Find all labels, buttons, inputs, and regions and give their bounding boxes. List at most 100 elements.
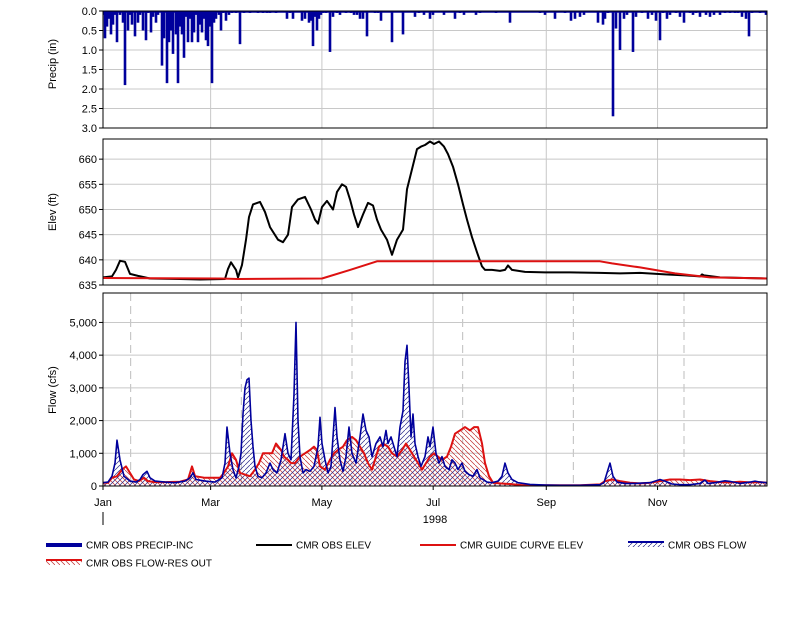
legend-item-3: CMR OBS FLOW	[628, 541, 747, 552]
precip-yticks: 0.0 0.5 1.0 1.5 2.0 2.5 3.0	[82, 6, 103, 135]
precip-ytick-label-5: 2.5	[82, 104, 97, 116]
elev-frame	[102, 138, 768, 286]
precip-ytick-label-2: 1.0	[82, 45, 97, 57]
flow-ytick-label-1: 1,000	[69, 448, 97, 460]
precip-ytick-label-0: 0.0	[82, 6, 97, 18]
precip-bar	[219, 11, 223, 31]
precip-bar	[49, 11, 52, 42]
elev-ylabel: Elev (ft)	[47, 193, 59, 231]
precip-bar	[238, 11, 242, 45]
precip-bar	[6, 11, 9, 21]
legend-label: CMR OBS FLOW	[668, 541, 747, 552]
precip-bar	[401, 11, 405, 35]
precip-bar	[1, 11, 4, 46]
legend-item-0: CMR OBS PRECIP-INC	[46, 541, 193, 552]
precip-bar	[37, 11, 40, 19]
precip-bar	[390, 11, 394, 43]
precip-bar	[133, 11, 137, 37]
legend-item-4: CMR OBS FLOW-RES OUT	[46, 559, 212, 570]
year-label: 1998	[423, 514, 447, 526]
flow-ytick-label-4: 4,000	[69, 350, 97, 362]
precip-bar	[74, 11, 77, 23]
flow-areas	[103, 321, 767, 486]
xtick-label-sep: Sep	[536, 497, 556, 509]
precip-bar	[2, 11, 5, 54]
elev-ytick-label-3: 650	[79, 204, 97, 216]
precip-bar	[46, 11, 49, 15]
elev-ytick-label-5: 660	[79, 154, 97, 166]
x-axis: 1998 Jan Mar May Jul Sep Nov	[94, 486, 668, 526]
precip-ytick-label-4: 2.0	[82, 84, 97, 96]
precip-bar	[130, 11, 134, 25]
elev-lines	[103, 140, 767, 281]
precip-panel: 0.0 0.5 1.0 1.5 2.0 2.5 3.0 Precip (in)	[0, 6, 768, 135]
precip-bar	[141, 11, 145, 31]
precip-bar	[77, 11, 80, 34]
legend-item-2: CMR GUIDE CURVE ELEV	[420, 541, 584, 552]
flow-panel: 0 1,000 2,000 3,000 4,000 5,000 Flow (cfs)	[47, 292, 768, 493]
obs-elev-line	[103, 140, 767, 281]
precip-bar	[24, 11, 27, 13]
precip-bar	[658, 11, 662, 41]
flow-yticks: 0 1,000 2,000 3,000 4,000 5,000	[69, 317, 103, 493]
elev-yticks: 635 640 645 650 655 660	[79, 154, 103, 292]
precip-bar	[53, 11, 56, 21]
precip-bar	[144, 11, 148, 41]
precip-bar	[100, 11, 103, 31]
legend: CMR OBS PRECIP-INC CMR OBS ELEV CMR GUIDE …	[46, 541, 747, 570]
precip-bar	[631, 11, 635, 52]
flow-ytick-label-3: 3,000	[69, 383, 97, 395]
precip-bar	[611, 11, 615, 117]
precip-bars	[0, 11, 767, 117]
flow-ylabel: Flow (cfs)	[47, 366, 59, 414]
elev-grid	[102, 139, 767, 286]
precip-bar	[747, 11, 751, 37]
precip-bar	[614, 11, 618, 29]
precip-bar	[328, 11, 332, 52]
precip-ytick-label-3: 1.5	[82, 65, 97, 77]
legend-item-1: CMR OBS ELEV	[256, 541, 371, 552]
precip-ylabel: Precip (in)	[47, 39, 59, 89]
xtick-label-nov: Nov	[648, 497, 668, 509]
precip-bar	[65, 11, 68, 31]
elev-ytick-label-1: 640	[79, 255, 97, 267]
elev-ytick-label-4: 655	[79, 179, 97, 191]
precip-bar	[123, 11, 127, 86]
hydrograph-chart: 0.0 0.5 1.0 1.5 2.0 2.5 3.0 Precip (in) 635 640…	[0, 6, 768, 570]
precip-bar	[16, 11, 19, 29]
flow-ytick-label-5: 5,000	[69, 317, 97, 329]
precip-bar	[97, 11, 100, 25]
elev-ytick-label-2: 645	[79, 230, 97, 242]
precip-bar	[61, 11, 64, 13]
legend-label: CMR GUIDE CURVE ELEV	[460, 541, 584, 552]
guide-curve-line	[103, 260, 767, 280]
precip-bar	[618, 11, 622, 50]
precip-bar	[32, 11, 35, 13]
precip-bar	[68, 11, 71, 19]
xtick-label-jan: Jan	[94, 497, 112, 509]
legend-label: CMR OBS PRECIP-INC	[86, 541, 193, 552]
precip-bar	[13, 11, 16, 17]
precip-bar	[57, 11, 60, 23]
xtick-label-mar: Mar	[201, 497, 220, 509]
precip-bar	[71, 11, 74, 13]
flow-ytick-label-0: 0	[91, 481, 97, 493]
xtick-label-may: May	[312, 497, 333, 509]
precip-bar	[3, 11, 6, 60]
precip-bar	[171, 11, 175, 54]
precip-bar	[0, 11, 2, 19]
elev-panel: 635 640 645 650 655 660 Elev (ft)	[47, 138, 768, 292]
elev-ytick-label-0: 635	[79, 280, 97, 292]
precip-ytick-label-6: 3.0	[82, 123, 97, 135]
precip-bar	[365, 11, 369, 37]
flow-ytick-label-2: 2,000	[69, 416, 97, 428]
obs-flow-hatch	[103, 322, 767, 486]
precip-bar	[43, 11, 46, 13]
precip-bar	[8, 11, 11, 13]
precip-bar	[162, 11, 166, 39]
precip-ytick-label-1: 0.5	[82, 26, 97, 38]
precip-bar	[115, 11, 119, 43]
xtick-label-jul: Jul	[426, 497, 440, 509]
legend-label: CMR OBS ELEV	[296, 541, 371, 552]
precip-bar	[182, 11, 186, 58]
